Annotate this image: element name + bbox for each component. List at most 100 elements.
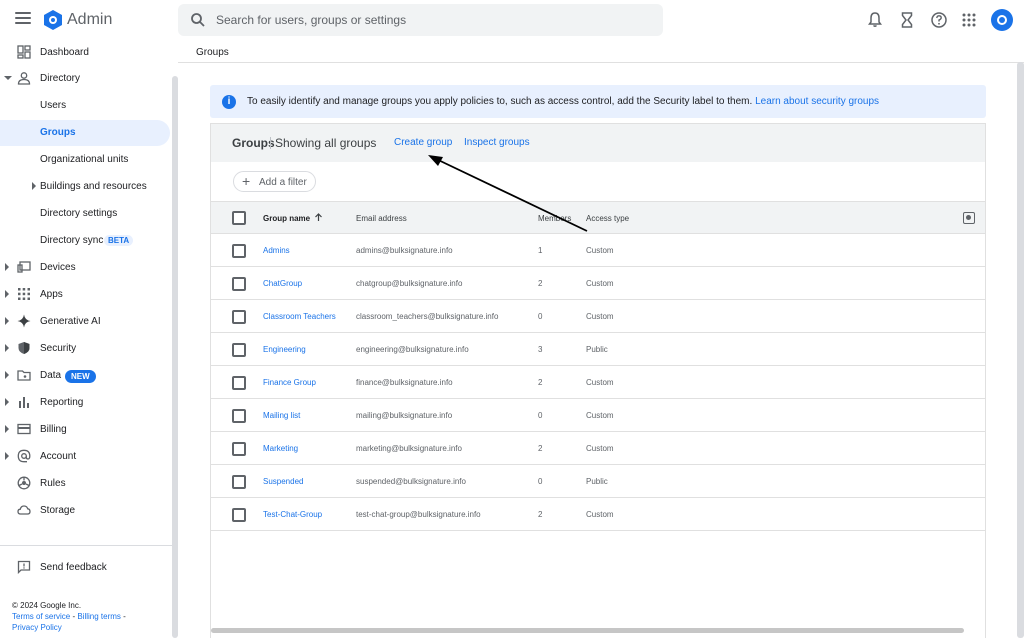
row-checkbox[interactable]	[232, 442, 246, 456]
cloud-icon	[17, 505, 31, 515]
banner-text: To easily identify and manage groups you…	[247, 96, 753, 107]
column-header-email[interactable]: Email address	[356, 214, 407, 223]
chevron-down-icon[interactable]	[4, 76, 12, 80]
group-members-count: 1	[538, 246, 543, 255]
sidebar-item-groups[interactable]: Groups	[0, 120, 170, 146]
sidebar-item-storage[interactable]: Storage	[0, 498, 170, 524]
sidebar-item-directory-settings[interactable]: Directory settings	[0, 201, 170, 227]
chevron-right-icon[interactable]	[5, 290, 9, 298]
sidebar-item-buildings-and-resources[interactable]: Buildings and resources	[0, 174, 170, 200]
learn-security-groups-link[interactable]: Learn about security groups	[755, 96, 879, 107]
notifications-bell-icon[interactable]	[866, 11, 884, 29]
group-name-link[interactable]: Finance Group	[263, 378, 316, 387]
tasks-hourglass-icon[interactable]	[898, 11, 916, 29]
chevron-right-icon[interactable]	[5, 371, 9, 379]
select-all-checkbox[interactable]	[232, 211, 246, 225]
group-name-link[interactable]: Test-Chat-Group	[263, 510, 322, 519]
row-checkbox[interactable]	[232, 475, 246, 489]
sidebar-item-users[interactable]: Users	[0, 93, 170, 119]
app-title[interactable]: Admin	[67, 11, 112, 29]
sidebar-item-rules[interactable]: Rules	[0, 471, 170, 497]
sidebar-item-reporting[interactable]: Reporting	[0, 390, 170, 416]
terms-link[interactable]: Terms of service	[12, 612, 70, 621]
sidebar-item-directory[interactable]: Directory	[0, 66, 170, 92]
group-access-type: Custom	[586, 510, 614, 519]
send-feedback-button[interactable]: Send feedback	[0, 555, 170, 581]
privacy-link[interactable]: Privacy Policy	[12, 623, 62, 632]
sidebar-item-label: Security	[40, 343, 77, 354]
sidebar-item-generative-ai[interactable]: Generative AI	[0, 309, 170, 335]
group-members-count: 0	[538, 477, 543, 486]
account-avatar[interactable]	[991, 9, 1013, 31]
row-checkbox[interactable]	[232, 310, 246, 324]
group-name-link[interactable]: Classroom Teachers	[263, 312, 336, 321]
inspect-groups-link[interactable]: Inspect groups	[464, 137, 530, 148]
dashboard-icon	[17, 45, 31, 59]
table-row[interactable]: Marketing marketing@bulksignature.info 2 Cu…	[211, 432, 985, 465]
group-name-link[interactable]: Marketing	[263, 444, 298, 453]
info-icon: i	[222, 95, 236, 109]
column-header-access-type[interactable]: Access type	[586, 214, 629, 223]
chevron-right-icon[interactable]	[5, 263, 9, 271]
group-name-link[interactable]: Suspended	[263, 477, 303, 486]
row-checkbox[interactable]	[232, 277, 246, 291]
sidebar-item-directory-sync[interactable]: Directory sync BETA	[0, 228, 170, 254]
group-name-link[interactable]: Mailing list	[263, 411, 300, 420]
table-row[interactable]: Engineering engineering@bulksignature.inf…	[211, 333, 985, 366]
row-checkbox[interactable]	[232, 343, 246, 357]
column-header-group-name[interactable]: Group name	[263, 214, 310, 223]
billing-terms-link[interactable]: Billing terms	[77, 612, 121, 621]
group-name-link[interactable]: Admins	[263, 246, 290, 255]
table-row[interactable]: Mailing list mailing@bulksignature.info 0 C…	[211, 399, 985, 432]
column-settings-icon[interactable]	[963, 212, 975, 224]
row-checkbox[interactable]	[232, 244, 246, 258]
sidebar-item-label: Directory sync	[40, 235, 104, 246]
help-icon[interactable]	[930, 11, 948, 29]
sidebar-item-organizational-units[interactable]: Organizational units	[0, 147, 170, 173]
table-row[interactable]: Classroom Teachers classroom_teachers@bul…	[211, 300, 985, 333]
search-bar[interactable]: Search for users, groups or settings	[178, 4, 663, 36]
table-row[interactable]: Test-Chat-Group test-chat-group@bulksigna…	[211, 498, 985, 531]
sidebar-item-label: Account	[40, 451, 77, 462]
main-menu-icon[interactable]	[15, 12, 31, 26]
sidebar-item-label: Buildings and resources	[40, 181, 147, 192]
sidebar-item-label: Directory	[40, 73, 81, 84]
table-row[interactable]: ChatGroup chatgroup@bulksignature.info 2 Cu…	[211, 267, 985, 300]
group-name-link[interactable]: ChatGroup	[263, 279, 302, 288]
main-scrollbar[interactable]	[1017, 62, 1024, 638]
sidebar-item-dashboard[interactable]: Dashboard	[0, 40, 170, 66]
person-icon	[17, 72, 31, 85]
sidebar-item-data[interactable]: Data NEW	[0, 363, 170, 389]
table-row[interactable]: Admins admins@bulksignature.info 1 Custom	[211, 234, 985, 267]
horizontal-scrollbar[interactable]	[211, 628, 964, 633]
sidebar-item-apps[interactable]: Apps	[0, 282, 170, 308]
search-input[interactable]: Search for users, groups or settings	[216, 13, 406, 27]
row-checkbox[interactable]	[232, 409, 246, 423]
sidebar-item-devices[interactable]: Devices	[0, 255, 170, 281]
group-name-link[interactable]: Engineering	[263, 345, 306, 354]
sidebar-scrollbar[interactable]	[172, 76, 178, 638]
folder-icon	[17, 370, 31, 381]
chevron-right-icon[interactable]	[5, 452, 9, 460]
chevron-right-icon[interactable]	[5, 317, 9, 325]
chevron-right-icon[interactable]	[32, 182, 36, 190]
shield-icon	[18, 342, 30, 354]
sidebar-item-account[interactable]: Account	[0, 444, 170, 470]
table-row[interactable]: Finance Group finance@bulksignature.info 2…	[211, 366, 985, 399]
row-checkbox[interactable]	[232, 376, 246, 390]
group-access-type: Public	[586, 477, 608, 486]
card-header: Groups Showing all groups Create group I…	[211, 124, 985, 162]
chevron-right-icon[interactable]	[5, 398, 9, 406]
admin-logo-icon[interactable]	[42, 9, 64, 31]
row-checkbox[interactable]	[232, 508, 246, 522]
sidebar-item-security[interactable]: Security	[0, 336, 170, 362]
sort-arrow-up-icon[interactable]	[314, 213, 323, 222]
chevron-right-icon[interactable]	[5, 344, 9, 352]
apps-grid-icon[interactable]	[960, 11, 978, 29]
add-filter-button[interactable]: + Add a filter	[233, 171, 316, 192]
chevron-right-icon[interactable]	[5, 425, 9, 433]
sidebar-item-billing[interactable]: Billing	[0, 417, 170, 443]
column-header-members[interactable]: Members	[538, 214, 571, 223]
create-group-link[interactable]: Create group	[394, 137, 452, 148]
table-row[interactable]: Suspended suspended@bulksignature.info 0 Pu…	[211, 465, 985, 498]
